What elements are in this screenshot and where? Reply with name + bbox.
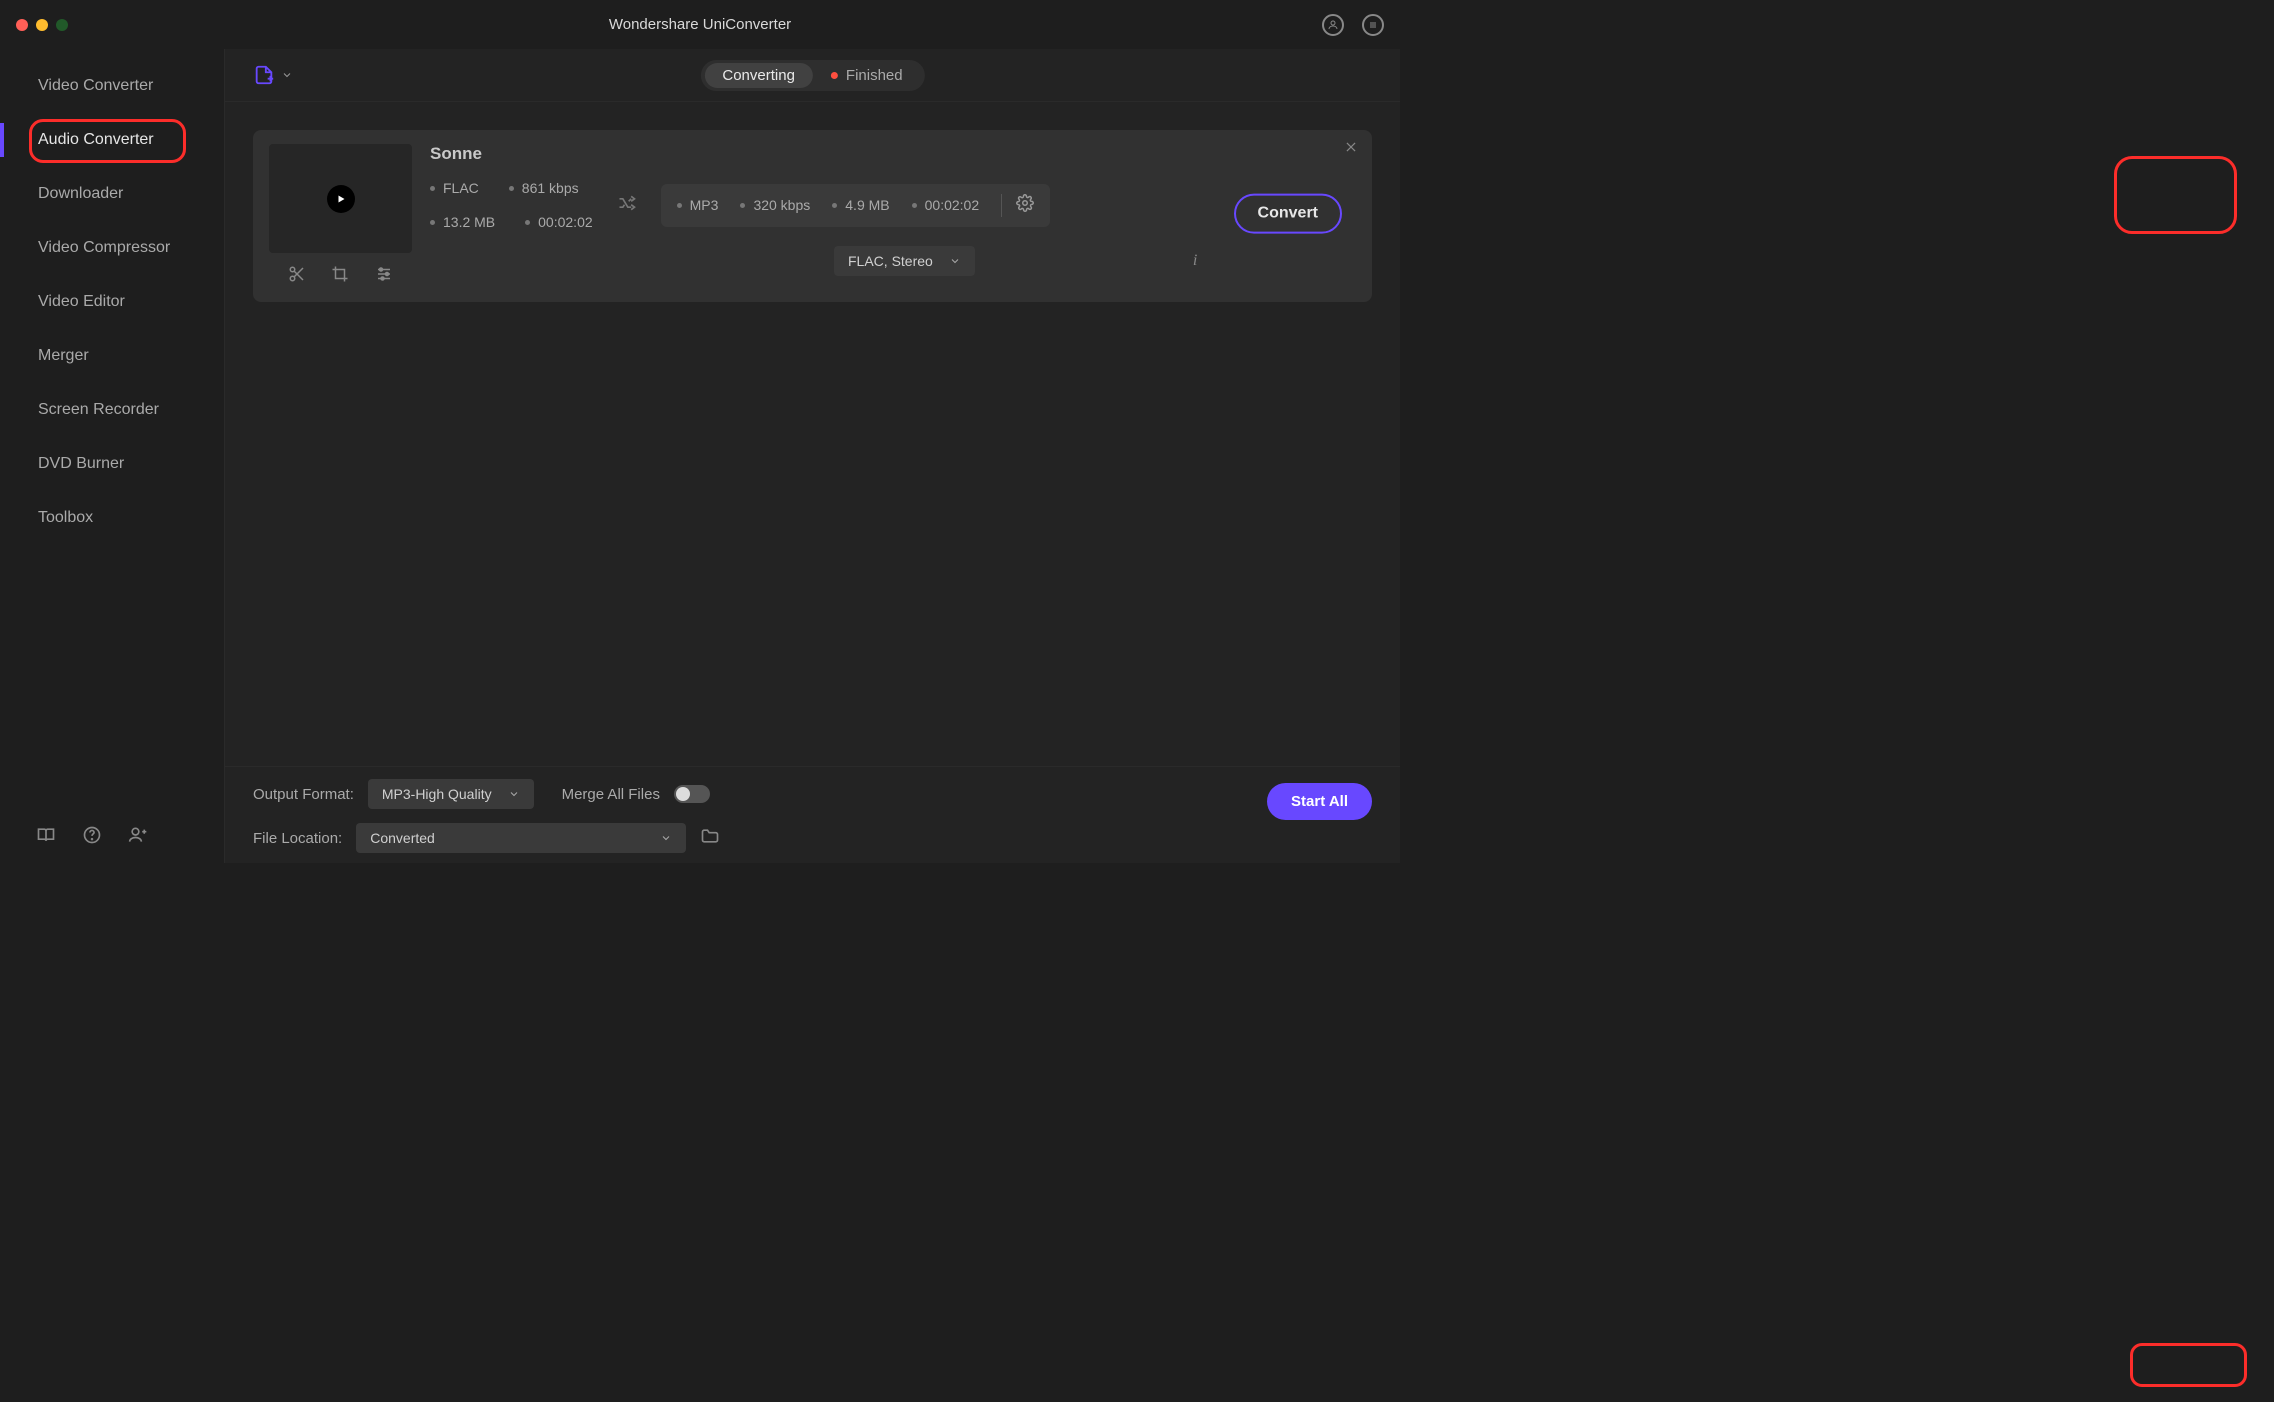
highlight-annotation	[29, 119, 186, 163]
target-specs-box: MP3 320 kbps 4.9 MB 00:02:02	[661, 184, 1050, 227]
output-format-dropdown[interactable]: MP3-High Quality	[368, 779, 534, 809]
trim-button[interactable]	[288, 265, 306, 288]
sidebar-label: Video Editor	[38, 293, 125, 310]
play-icon	[327, 185, 355, 213]
target-size: 4.9 MB	[832, 197, 889, 213]
highlight-annotation	[2114, 156, 2237, 234]
start-all-label: Start All	[1291, 793, 1348, 810]
source-size: 13.2 MB	[430, 214, 495, 230]
sidebar-label: Downloader	[38, 185, 123, 202]
info-button[interactable]: i	[1193, 252, 1197, 270]
tab-converting[interactable]: Converting	[704, 63, 813, 88]
file-title: Sonne	[430, 144, 1356, 164]
feedback-icon[interactable]	[128, 825, 148, 845]
sidebar-item-video-compressor[interactable]: Video Compressor	[0, 221, 224, 275]
transfer-arrow-icon	[617, 193, 637, 218]
maximize-window-button[interactable]	[56, 19, 68, 31]
sidebar-label: Toolbox	[38, 509, 93, 526]
file-card: Sonne FLAC 861 kbps 13.2 MB 00:02:02	[253, 130, 1372, 302]
menu-icon[interactable]	[1362, 14, 1384, 36]
sidebar-label: DVD Burner	[38, 455, 124, 472]
effects-button[interactable]	[375, 265, 393, 288]
notification-dot-icon	[831, 72, 838, 79]
sidebar: Video Converter Audio Converter Download…	[0, 49, 225, 863]
add-file-button[interactable]	[253, 64, 293, 86]
chevron-down-icon	[508, 788, 520, 800]
target-duration: 00:02:02	[912, 197, 980, 213]
output-format-label: Output Format:	[253, 786, 354, 803]
convert-button-label: Convert	[1258, 205, 1318, 222]
chevron-down-icon	[949, 255, 961, 267]
close-window-button[interactable]	[16, 19, 28, 31]
file-thumbnail[interactable]	[269, 144, 412, 253]
sidebar-item-video-converter[interactable]: Video Converter	[0, 59, 224, 113]
window-controls	[16, 19, 68, 31]
open-folder-button[interactable]	[700, 826, 720, 850]
minimize-window-button[interactable]	[36, 19, 48, 31]
tab-label: Finished	[846, 67, 903, 84]
sidebar-item-merger[interactable]: Merger	[0, 329, 224, 383]
help-icon[interactable]	[82, 825, 102, 845]
sidebar-item-downloader[interactable]: Downloader	[0, 167, 224, 221]
highlight-annotation	[2130, 1343, 2247, 1387]
chevron-down-icon	[281, 69, 293, 81]
start-all-button[interactable]: Start All	[1267, 783, 1372, 820]
convert-button[interactable]: Convert	[1234, 194, 1342, 234]
file-location-label: File Location:	[253, 830, 342, 847]
output-format-value: MP3-High Quality	[382, 786, 492, 802]
source-format: FLAC	[430, 180, 479, 196]
file-location-dropdown[interactable]: Converted	[356, 823, 686, 853]
sidebar-item-dvd-burner[interactable]: DVD Burner	[0, 437, 224, 491]
chevron-down-icon	[660, 832, 672, 844]
remove-file-button[interactable]	[1344, 140, 1358, 159]
crop-button[interactable]	[331, 265, 349, 288]
titlebar: Wondershare UniConverter	[0, 0, 1400, 49]
source-duration: 00:02:02	[525, 214, 593, 230]
sidebar-label: Video Compressor	[38, 239, 170, 256]
account-icon[interactable]	[1322, 14, 1344, 36]
sidebar-label: Screen Recorder	[38, 401, 159, 418]
guide-icon[interactable]	[36, 825, 56, 845]
merge-label: Merge All Files	[562, 786, 660, 803]
settings-button[interactable]	[1001, 194, 1034, 217]
sidebar-label: Merger	[38, 347, 89, 364]
target-bitrate: 320 kbps	[740, 197, 810, 213]
source-bitrate: 861 kbps	[509, 180, 579, 196]
sidebar-item-screen-recorder[interactable]: Screen Recorder	[0, 383, 224, 437]
sidebar-item-toolbox[interactable]: Toolbox	[0, 491, 224, 545]
sidebar-label: Video Converter	[38, 77, 153, 94]
format-dropdown[interactable]: FLAC, Stereo	[834, 246, 975, 276]
tab-finished[interactable]: Finished	[813, 63, 921, 88]
merge-toggle[interactable]	[674, 785, 710, 803]
sidebar-item-video-editor[interactable]: Video Editor	[0, 275, 224, 329]
app-title: Wondershare UniConverter	[609, 16, 791, 33]
tab-label: Converting	[722, 67, 795, 84]
target-format: MP3	[677, 197, 719, 213]
format-dropdown-value: FLAC, Stereo	[848, 253, 933, 269]
file-location-value: Converted	[370, 830, 435, 846]
